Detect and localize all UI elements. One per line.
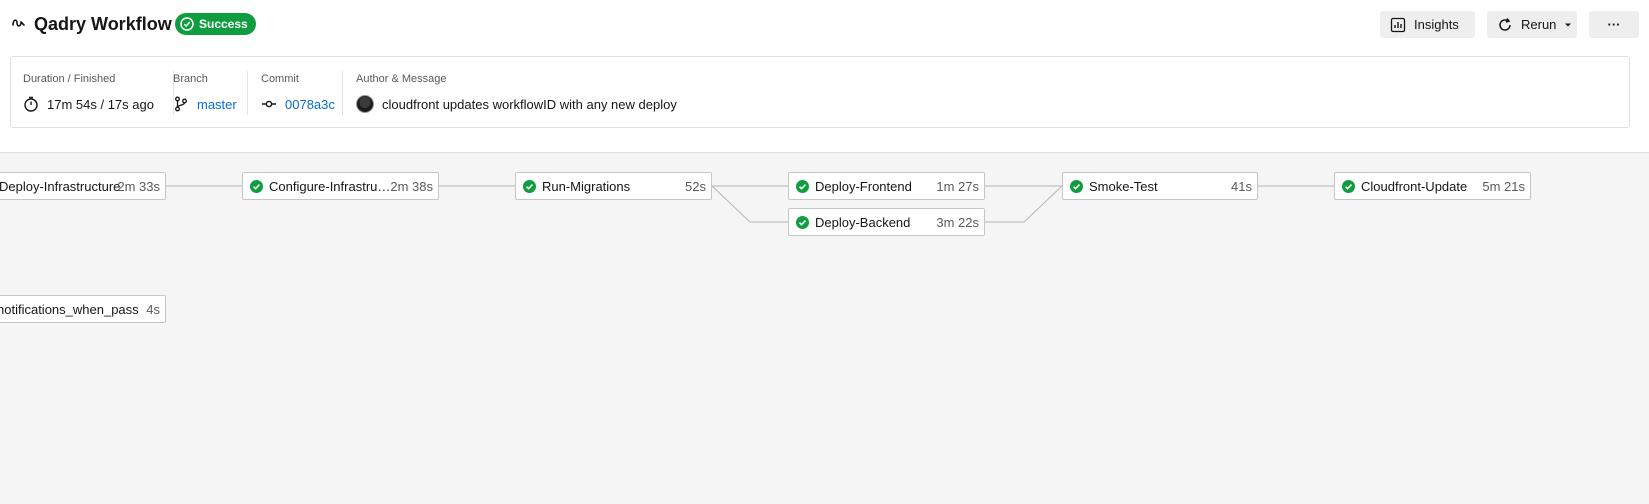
avatar (356, 95, 374, 113)
job-deploy-infrastructure[interactable]: Deploy-Infrastructure 2m 33s (0, 172, 166, 200)
job-deploy-backend[interactable]: Deploy-Backend 3m 22s (788, 208, 985, 236)
check-circle-icon (796, 216, 809, 229)
job-smoke-test[interactable]: Smoke-Test 41s (1062, 172, 1258, 200)
job-duration: 5m 21s (1482, 179, 1525, 194)
commit-label: Commit (261, 73, 299, 85)
rerun-icon (1499, 17, 1511, 31)
job-notifications-when-pass[interactable]: notifications_when_pass 4s (0, 295, 166, 323)
commit-value-row: 0078a3c (261, 95, 335, 113)
divider (247, 71, 248, 115)
job-name: Run-Migrations (542, 179, 631, 194)
check-circle-icon (1070, 180, 1083, 193)
job-duration: 1m 27s (936, 179, 979, 194)
job-duration: 2m 33s (117, 179, 160, 194)
job-deploy-frontend[interactable]: Deploy-Frontend 1m 27s (788, 172, 985, 200)
branch-label: Branch (173, 73, 208, 85)
job-duration: 52s (685, 179, 706, 194)
page-title: Qadry Workflow (34, 14, 172, 34)
insights-label: Insights (1414, 17, 1459, 32)
status-badge-label: Success (199, 17, 248, 31)
job-cloudfront-update[interactable]: Cloudfront-Update 5m 21s (1334, 172, 1531, 200)
branch-link[interactable]: master (197, 97, 237, 112)
job-configure-infrastructure[interactable]: Configure-Infrastructure 2m 38s (242, 172, 439, 200)
job-name: Deploy-Backend (815, 215, 911, 230)
check-circle-icon (1342, 180, 1355, 193)
job-name: Deploy-Infrastructure (0, 179, 121, 194)
rerun-label: Rerun (1521, 17, 1557, 32)
timer-icon (24, 96, 38, 112)
duration-label: Duration / Finished (23, 73, 116, 85)
duration-value-row: 17m 54s / 17s ago (23, 95, 154, 113)
status-badge: Success (175, 13, 256, 35)
commit-icon (262, 100, 276, 108)
job-name: Cloudfront-Update (1361, 179, 1468, 194)
workflow-icon (12, 19, 25, 27)
duration-value: 17m 54s / 17s ago (47, 96, 154, 112)
job-run-migrations[interactable]: Run-Migrations 52s (515, 172, 712, 200)
check-circle-icon (250, 180, 263, 193)
divider (342, 71, 343, 115)
branch-icon (175, 96, 187, 112)
commit-message: cloudfront updates workflowID with any n… (382, 96, 677, 112)
job-name: Configure-Infrastructure (269, 179, 393, 194)
job-duration: 41s (1231, 179, 1252, 194)
more-icon: ··· (1607, 17, 1621, 32)
job-name: notifications_when_pass (0, 302, 139, 317)
rerun-button[interactable]: Rerun (1487, 11, 1577, 38)
more-options-button[interactable]: ··· (1589, 11, 1639, 38)
job-name: Deploy-Frontend (815, 179, 912, 194)
job-connectors (166, 185, 1334, 223)
insights-button[interactable]: Insights (1380, 11, 1475, 38)
job-duration: 3m 22s (936, 215, 979, 230)
author-label: Author & Message (356, 73, 447, 85)
check-circle-icon (523, 180, 536, 193)
check-circle-icon (796, 180, 809, 193)
job-duration: 2m 38s (390, 179, 433, 194)
workflow-header: Qadry Workflow Success Insights Rerun ··… (0, 0, 1649, 50)
check-circle-icon (180, 17, 194, 31)
chevron-down-icon (1565, 23, 1572, 26)
insights-icon (1390, 17, 1406, 32)
workflow-summary: Duration / Finished 17m 54s / 17s ago Br… (10, 56, 1630, 128)
commit-link[interactable]: 0078a3c (285, 97, 335, 112)
job-name: Smoke-Test (1089, 179, 1158, 194)
author-value-row: cloudfront updates workflowID with any n… (356, 95, 677, 113)
branch-value-row: master (173, 95, 237, 113)
workflow-graph: Deploy-Infrastructure 2m 33s Configure-I… (0, 153, 1649, 504)
job-duration: 4s (146, 302, 160, 317)
